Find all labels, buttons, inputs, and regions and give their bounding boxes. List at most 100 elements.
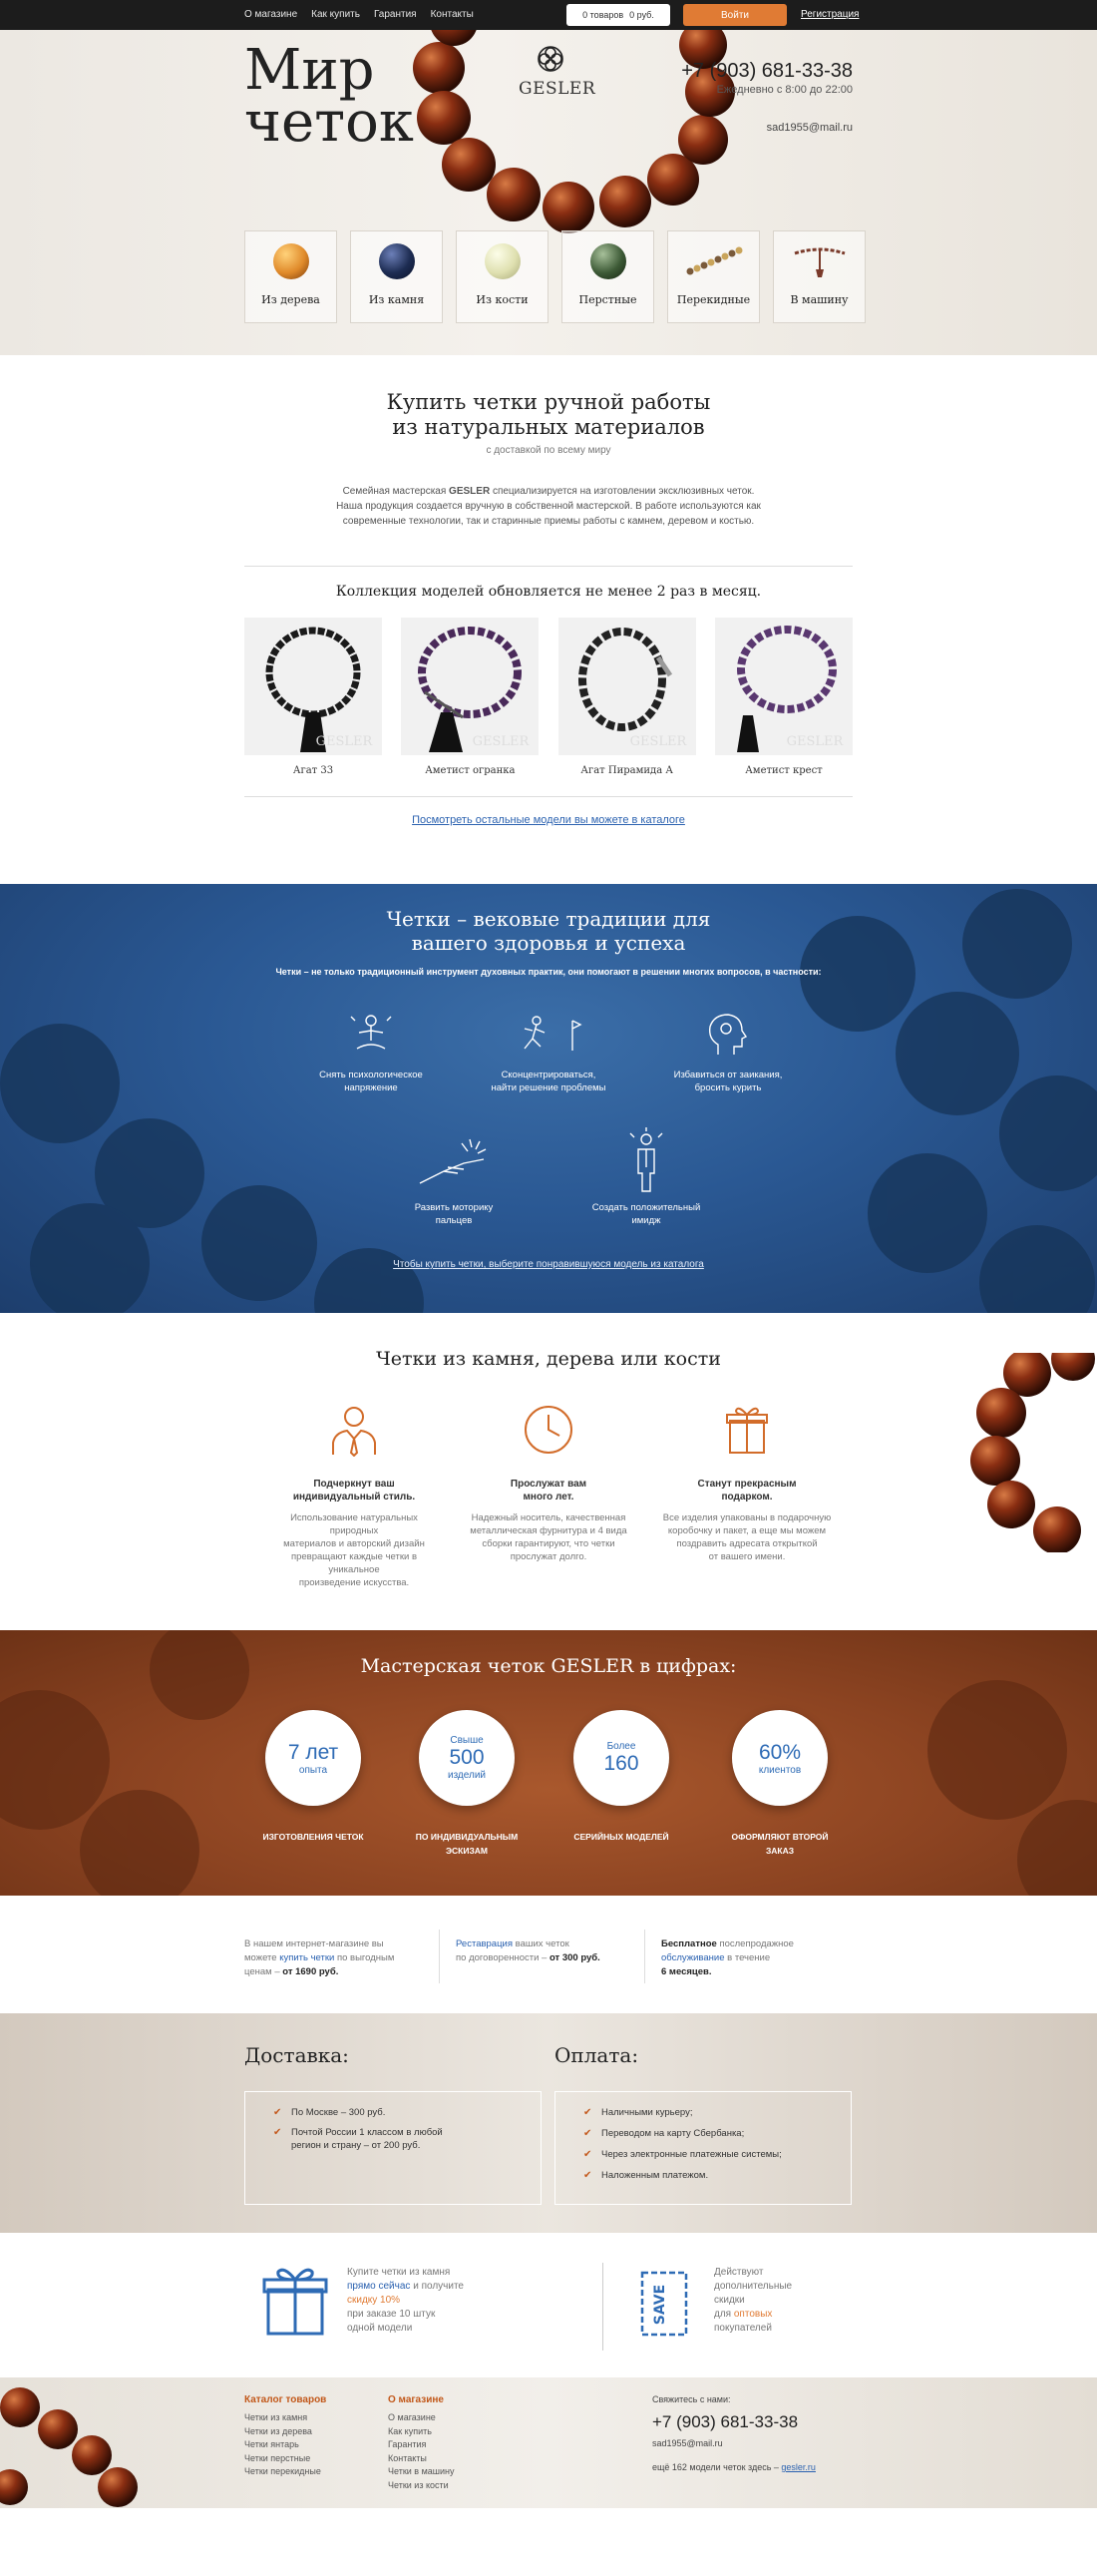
wholesale-link[interactable]: оптовых: [734, 2309, 773, 2320]
restoration-link[interactable]: Реставрация: [456, 1938, 513, 1949]
info-price: от 300 руб.: [548, 1952, 600, 1963]
feature-title-line: Прослужат вам: [510, 1479, 587, 1490]
feature-desc-line: прослужат долго.: [510, 1551, 587, 1562]
category-label: В машину: [790, 293, 849, 306]
category-stone[interactable]: Из камня: [350, 230, 443, 323]
header-phone[interactable]: +7 (903) 681-33-38: [681, 60, 853, 83]
login-button[interactable]: Войти: [683, 4, 787, 26]
category-bone[interactable]: Из кости: [456, 230, 548, 323]
promo-discount: Купите четки из камня прямо сейчас и пол…: [347, 2266, 464, 2336]
footer-link[interactable]: Контакты: [388, 2452, 455, 2466]
stat-experience: 7 лет опыта ИЗГОТОВЛЕНИЯ ЧЕТОК: [253, 1710, 373, 1844]
beads-icon: GESLER: [577, 628, 687, 749]
nav-guarantee[interactable]: Гарантия: [374, 9, 417, 20]
feature-desc: Надежный носитель, качественная металличе…: [464, 1511, 633, 1563]
benefit-motor: Развить моторику пальцев: [374, 1133, 534, 1227]
footer-link[interactable]: Четки перстные: [244, 2452, 326, 2466]
footer-link[interactable]: Как купить: [388, 2425, 455, 2439]
footer-link[interactable]: О магазине: [388, 2411, 455, 2425]
feature-desc-line: превращают каждые четки в уникальное: [290, 1551, 418, 1575]
product-name[interactable]: Агат Пирамида А: [558, 765, 696, 776]
desc-text: специализируется на изготовлении эксклюз…: [490, 486, 755, 497]
product-name[interactable]: Агат 33: [244, 765, 382, 776]
product-image[interactable]: GESLER: [714, 618, 853, 755]
feature-style: Подчеркнут ваш индивидуальный стиль. Испо…: [269, 1403, 439, 1589]
footer-phone[interactable]: +7 (903) 681-33-38: [652, 2412, 816, 2432]
benefits-title-line-1: Четки – вековые традиции для: [386, 907, 711, 931]
footer-email[interactable]: sad1955@mail.ru: [652, 2438, 816, 2448]
stat-circle: Более 160: [573, 1710, 669, 1806]
site-title: Мир четок: [244, 43, 414, 151]
nav-about[interactable]: О магазине: [244, 9, 297, 20]
category-toss[interactable]: Перекидные: [667, 230, 760, 323]
benefit-focus: Сконцентрироваться, найти решение пробле…: [469, 1011, 628, 1094]
category-label: Из камня: [368, 293, 425, 306]
benefit-text: Сконцентрироваться,: [501, 1070, 596, 1080]
service-link[interactable]: обслуживание: [661, 1952, 725, 1963]
header: Мир четок GESLER +7 (903) 681-33-38 Ежед…: [0, 30, 1097, 355]
promo-section: Купите четки из камня прямо сейчас и пол…: [0, 2233, 1097, 2377]
promo-wholesale: Действуют дополнительные скидки для опто…: [714, 2266, 792, 2336]
divider: [244, 566, 853, 567]
stat-serial: Более 160 СЕРИЙНЫХ МОДЕЛЕЙ: [561, 1710, 681, 1844]
product-card[interactable]: GESLER Агат Пирамида А: [557, 618, 696, 776]
catalog-link[interactable]: Посмотреть остальные модели вы можете в …: [244, 814, 853, 826]
payment-item: Переводом на карту Сбербанка;: [583, 2127, 831, 2140]
nav-how-to-buy[interactable]: Как купить: [311, 9, 360, 20]
info-text: по выгодным: [334, 1952, 395, 1963]
product-image[interactable]: GESLER: [244, 618, 382, 755]
feature-title-line: Подчеркнут ваш: [313, 1479, 395, 1490]
footer-link[interactable]: Четки в машину: [388, 2465, 455, 2479]
stat-value: 60%: [758, 1740, 802, 1764]
product-name[interactable]: Аметист огранка: [401, 765, 539, 776]
footer-link[interactable]: Четки из камня: [244, 2411, 326, 2425]
payment-item: Через электронные платежные системы;: [583, 2148, 831, 2161]
promo-link[interactable]: прямо сейчас: [347, 2281, 410, 2292]
info-text: послепродажное: [716, 1938, 794, 1949]
product-image[interactable]: GESLER: [401, 618, 540, 755]
product-image[interactable]: GESLER: [557, 618, 696, 755]
gesler-link[interactable]: gesler.ru: [781, 2462, 816, 2472]
footer-link[interactable]: Четки янтарь: [244, 2438, 326, 2452]
buy-link[interactable]: купить четки: [279, 1952, 334, 1963]
feature-title: Подчеркнут ваш индивидуальный стиль.: [269, 1478, 439, 1503]
benefit-text: бросить курить: [694, 1082, 762, 1093]
choose-model-link[interactable]: Чтобы купить четки, выберите понравившую…: [0, 1259, 1097, 1270]
footer-link[interactable]: Четки перекидные: [244, 2465, 326, 2479]
product-card[interactable]: GESLER Аметист огранка: [401, 618, 540, 776]
feature-desc-line: сборки гарантируют, что четки: [482, 1538, 615, 1549]
header-email[interactable]: sad1955@mail.ru: [767, 122, 853, 134]
register-link[interactable]: Регистрация: [801, 9, 859, 20]
category-ring[interactable]: Перстные: [561, 230, 654, 323]
stat-caption: СЕРИЙНЫХ МОДЕЛЕЙ: [573, 1832, 669, 1842]
logo-text: GESLER: [519, 79, 596, 99]
footer-link[interactable]: Гарантия: [388, 2438, 455, 2452]
footer-contact: Свяжитесь с нами: +7 (903) 681-33-38 sad…: [652, 2394, 816, 2472]
footer-link[interactable]: Четки из дерева: [244, 2425, 326, 2439]
stat-custom: Свыше 500 изделий ПО ИНДИВИДУАЛЬНЫМ ЭСКИЗ…: [407, 1710, 527, 1858]
logo[interactable]: GESLER: [519, 44, 596, 99]
stats-title: Мастерская четок GESLER в цифрах:: [360, 1655, 737, 1677]
benefit-text: Развить моторику: [414, 1202, 494, 1213]
product-card[interactable]: GESLER Аметист крест: [714, 618, 853, 776]
nav-contacts[interactable]: Контакты: [431, 9, 474, 20]
header-hours: Ежедневно с 8:00 до 22:00: [716, 84, 853, 96]
delivery-title: Доставка:: [244, 2043, 349, 2067]
promo-text: дополнительные: [714, 2281, 793, 2292]
intro-title: Купить четки ручной работы из натуральны…: [244, 390, 853, 440]
stat-caption-line: ЭСКИЗАМ: [445, 1846, 489, 1856]
category-wood[interactable]: Из дерева: [244, 230, 337, 323]
feature-title-line: Станут прекрасным: [697, 1479, 797, 1490]
info-text: можете: [244, 1952, 280, 1963]
footer-link[interactable]: Четки из кости: [388, 2479, 455, 2493]
cart-widget[interactable]: 0 товаров 0 руб.: [566, 4, 670, 26]
hand-icon: [419, 1138, 487, 1184]
product-name[interactable]: Аметист крест: [715, 765, 853, 776]
stat-caption-line: ПО ИНДИВИДУАЛЬНЫМ: [415, 1832, 519, 1842]
top-bar: О магазине Как купить Гарантия Контакты …: [0, 0, 1097, 30]
promo-text: одной модели: [347, 2323, 413, 2334]
promo-text: при заказе 10 штук: [347, 2309, 436, 2320]
category-car[interactable]: В машину: [773, 230, 866, 323]
desc-line-2: Наша продукция создается вручную в собст…: [336, 501, 761, 512]
product-card[interactable]: GESLER Агат 33: [244, 618, 382, 776]
